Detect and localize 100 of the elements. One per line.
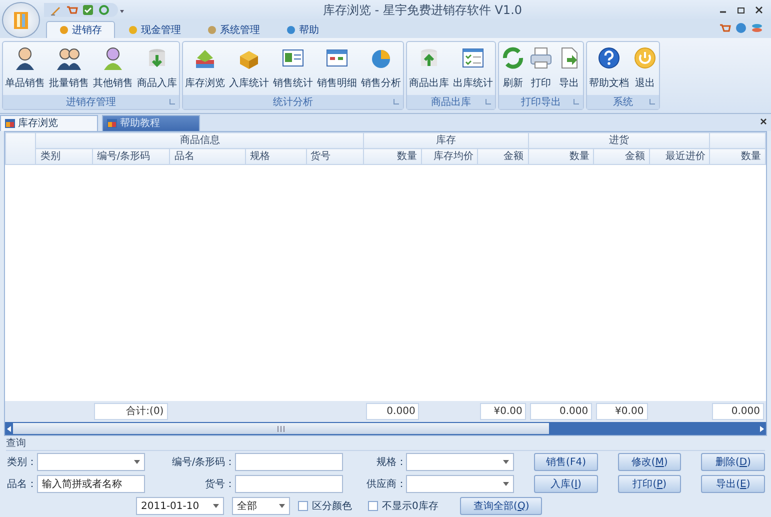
checkbox[interactable]: 区分颜色 (298, 498, 352, 514)
checklist-icon (461, 46, 485, 70)
ribbon-button[interactable]: 打印 (527, 42, 555, 95)
people-icon (57, 46, 81, 70)
combo-box[interactable] (36, 453, 145, 471)
total-cell: 0.000 (712, 403, 764, 420)
action-button[interactable]: 导出(E) (701, 475, 765, 493)
group-title: 统计分析 (273, 96, 313, 109)
panel-title: 查询 (6, 438, 26, 449)
launcher-icon[interactable] (169, 98, 176, 105)
ribbon-button[interactable]: 出库统计 (451, 42, 495, 95)
field-label: 类别： (6, 456, 37, 470)
action-button[interactable]: 销售(F4) (534, 453, 598, 471)
cart-icon[interactable] (719, 22, 731, 34)
total-cell: 0.000 (530, 403, 592, 420)
ribbon-tab[interactable]: 帮助 (273, 21, 332, 38)
column-header: 规格 (246, 148, 306, 164)
column-group-header: 进货 (528, 132, 710, 148)
checkbox[interactable]: 不显示0库存 (368, 498, 438, 514)
ribbon-button[interactable]: 销售明细 (315, 42, 359, 95)
group-title: 进销存管理 (66, 96, 116, 109)
ribbon-button[interactable]: 退出 (631, 42, 659, 95)
field-label: 供应商： (365, 478, 406, 492)
ribbon-button[interactable]: 批量销售 (47, 42, 91, 95)
help-icon (597, 46, 621, 70)
column-header: 库存均价 (421, 148, 478, 164)
range-select[interactable]: 全部 (232, 497, 290, 515)
ribbon-button[interactable]: 销售统计 (271, 42, 315, 95)
grip-icon (277, 426, 285, 432)
total-cell: 0.000 (366, 403, 420, 420)
ribbon-tab[interactable]: 进销存 (46, 21, 115, 38)
launcher-icon[interactable] (649, 98, 656, 105)
launcher-icon[interactable] (485, 98, 492, 105)
cart-icon[interactable] (66, 4, 78, 16)
person-icon (13, 46, 37, 70)
power-icon (633, 46, 657, 70)
input-field[interactable] (235, 475, 343, 493)
ribbon-tab[interactable]: 系统管理 (194, 21, 273, 38)
column-group-header: 商品信息 (36, 132, 364, 148)
action-button[interactable]: 入库(I) (534, 475, 598, 493)
column-header: 品名 (170, 148, 246, 164)
person-icon (101, 46, 125, 70)
action-button[interactable]: 修改(M) (618, 453, 682, 471)
group-title: 商品出库 (431, 96, 471, 109)
column-header: 最近进价 (649, 148, 710, 164)
tab-icon (207, 25, 217, 35)
ribbon-button[interactable]: 刷新 (499, 42, 527, 95)
stack-icon[interactable] (751, 22, 763, 34)
scroll-right-icon[interactable] (758, 424, 766, 432)
action-button[interactable]: 删除(D) (701, 453, 765, 471)
dropdown-icon (503, 482, 510, 486)
total-cell: 合计:(0) (94, 403, 168, 420)
field-label: 编号/条形码： (170, 456, 236, 470)
input-field[interactable]: 输入简拼或者名称 (36, 475, 145, 493)
check-icon[interactable] (82, 4, 94, 16)
column-header: 类别 (36, 148, 92, 164)
input-field[interactable] (235, 453, 343, 471)
scroll-left-icon[interactable] (5, 424, 13, 432)
ribbon-button[interactable]: 帮助文档 (587, 42, 631, 95)
window-icon (5, 119, 15, 128)
ribbon-button[interactable]: 单品销售 (3, 42, 47, 95)
printer-icon (529, 46, 553, 70)
tab-icon (128, 25, 138, 35)
group-title: 打印导出 (521, 96, 561, 109)
launcher-icon[interactable] (393, 98, 400, 105)
horizontal-scrollbar[interactable] (5, 422, 766, 435)
close-icon[interactable] (755, 6, 763, 14)
field-label: 规格： (375, 456, 406, 470)
field-label: 货号： (204, 478, 236, 492)
ribbon-button[interactable]: 入库统计 (227, 42, 271, 95)
field-label: 品名： (6, 478, 37, 492)
ribbon-button[interactable]: 其他销售 (91, 42, 135, 95)
column-header: 金额 (594, 148, 650, 164)
tab-icon (286, 25, 296, 35)
action-button[interactable]: 打印(P) (618, 475, 682, 493)
ribbon-button[interactable]: 库存浏览 (183, 42, 227, 95)
ribbon-button[interactable]: 商品入库 (135, 42, 179, 95)
combo-box[interactable] (406, 453, 514, 471)
group-title: 系统 (613, 96, 633, 109)
action-button[interactable]: 查询全部(Q) (460, 497, 542, 515)
date-field[interactable]: 2011-01-10 (136, 497, 224, 515)
close-icon[interactable] (760, 118, 767, 125)
launcher-icon[interactable] (573, 98, 580, 105)
pencil-icon[interactable] (50, 4, 62, 16)
total-cell: ¥0.00 (480, 403, 526, 420)
column-header: 货号 (306, 148, 364, 164)
tab-icon (59, 25, 69, 35)
column-header: 数量 (364, 148, 422, 164)
column-header: 数量 (710, 148, 766, 164)
book-icon (11, 9, 31, 31)
ribbon-tab[interactable]: 现金管理 (115, 21, 194, 38)
total-cell: ¥0.00 (596, 403, 648, 420)
dropdown-icon (279, 504, 285, 508)
ribbon-button[interactable]: 销售分析 (359, 42, 403, 95)
restore-icon[interactable] (737, 6, 745, 14)
combo-box[interactable] (406, 475, 514, 493)
ribbon-button[interactable]: 导出 (555, 42, 583, 95)
dropdown-icon (213, 504, 219, 508)
document-tab[interactable]: 库存浏览 (0, 115, 98, 131)
ribbon-button[interactable]: 商品出库 (407, 42, 451, 95)
